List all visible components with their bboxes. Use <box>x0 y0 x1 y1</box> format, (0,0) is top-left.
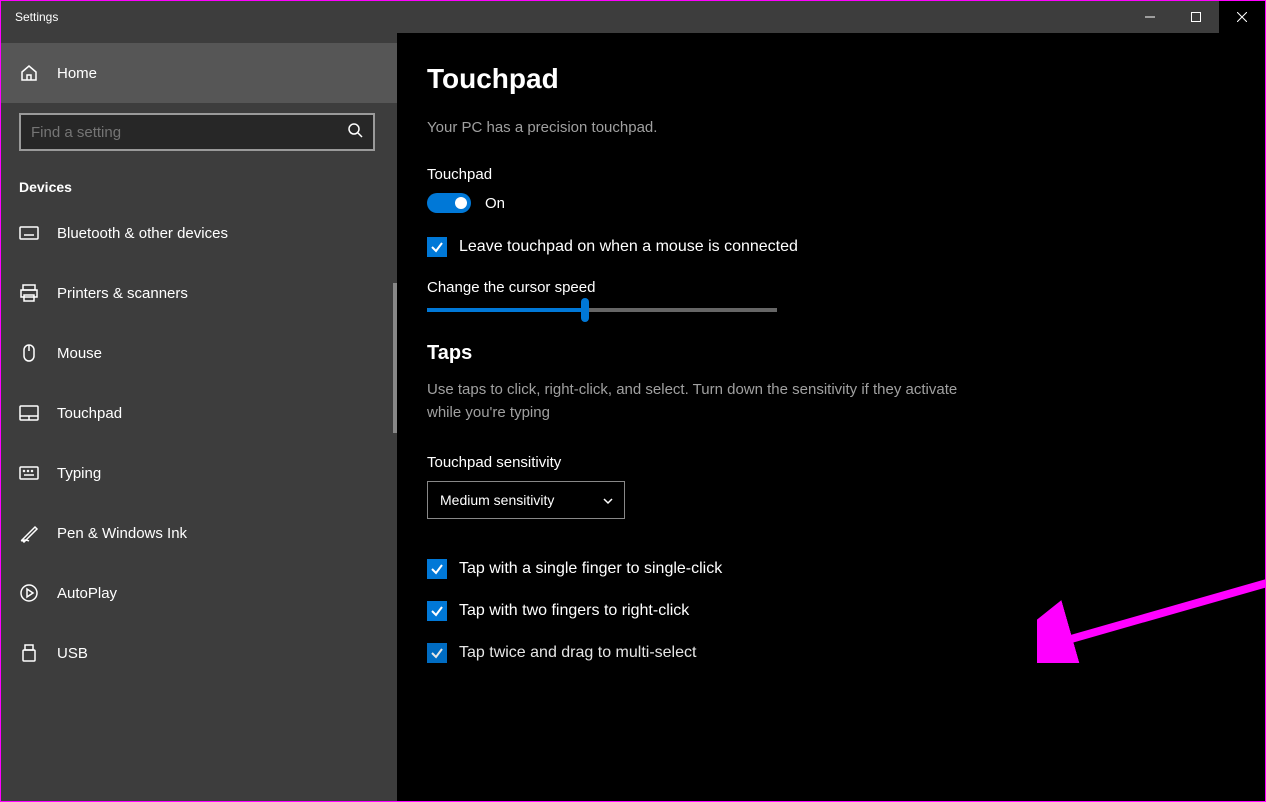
cursor-speed-slider[interactable] <box>427 308 777 312</box>
taps-desc: Use taps to click, right-click, and sele… <box>427 379 987 424</box>
touchpad-toggle[interactable] <box>427 193 471 213</box>
page-title: Touchpad <box>427 63 1235 95</box>
sidebar-item-label: Printers & scanners <box>57 285 188 302</box>
search-input-wrap[interactable] <box>19 113 375 151</box>
tap-single-click-row[interactable]: Tap with a single finger to single-click <box>427 559 1235 579</box>
sidebar-item-pen[interactable]: Pen & Windows Ink <box>1 503 397 563</box>
home-nav[interactable]: Home <box>1 43 397 103</box>
autoplay-icon <box>19 583 39 603</box>
search-icon <box>347 122 363 143</box>
touchpad-icon <box>19 403 39 423</box>
typing-icon <box>19 463 39 483</box>
home-icon <box>19 63 39 83</box>
sidebar-item-label: Pen & Windows Ink <box>57 525 187 542</box>
taps-heading: Taps <box>427 342 1235 365</box>
toggle-state-label: On <box>485 195 505 212</box>
checkbox-checked-icon <box>427 237 447 257</box>
checkbox-checked-icon <box>427 601 447 621</box>
checkbox-checked-icon <box>427 559 447 579</box>
sidebar-item-usb[interactable]: USB <box>1 623 397 683</box>
sidebar-item-autoplay[interactable]: AutoPlay <box>1 563 397 623</box>
sidebar-item-label: Mouse <box>57 345 102 362</box>
window-title: Settings <box>1 10 1127 24</box>
sidebar-item-typing[interactable]: Typing <box>1 443 397 503</box>
checkbox-checked-icon <box>427 643 447 663</box>
sidebar-item-label: Bluetooth & other devices <box>57 225 228 242</box>
printer-icon <box>19 283 39 303</box>
tap-check-label: Tap twice and drag to multi-select <box>459 644 696 662</box>
chevron-down-icon <box>602 494 614 506</box>
usb-icon <box>19 643 39 663</box>
keyboard-icon <box>19 223 39 243</box>
sensitivity-label: Touchpad sensitivity <box>427 454 1235 471</box>
sidebar-item-mouse[interactable]: Mouse <box>1 323 397 383</box>
mouse-icon <box>19 343 39 363</box>
touchpad-toggle-label: Touchpad <box>427 166 1235 183</box>
content-pane: Touchpad Your PC has a precision touchpa… <box>397 33 1265 801</box>
maximize-button[interactable] <box>1173 1 1219 33</box>
minimize-button[interactable] <box>1127 1 1173 33</box>
sidebar-item-label: AutoPlay <box>57 585 117 602</box>
search-input[interactable] <box>31 124 347 141</box>
pen-icon <box>19 523 39 543</box>
tap-check-label: Tap with a single finger to single-click <box>459 560 722 578</box>
sidebar-section-header: Devices <box>1 165 397 203</box>
leave-on-checkbox-row[interactable]: Leave touchpad on when a mouse is connec… <box>427 237 1235 257</box>
sidebar-item-printers[interactable]: Printers & scanners <box>1 263 397 323</box>
tap-drag-multi-row[interactable]: Tap twice and drag to multi-select <box>427 643 1235 663</box>
sidebar-item-label: USB <box>57 645 88 662</box>
tap-right-click-row[interactable]: Tap with two fingers to right-click <box>427 601 1235 621</box>
leave-on-label: Leave touchpad on when a mouse is connec… <box>459 238 798 256</box>
sidebar-item-label: Touchpad <box>57 405 122 422</box>
titlebar: Settings <box>1 1 1265 33</box>
sensitivity-dropdown[interactable]: Medium sensitivity <box>427 481 625 519</box>
close-button[interactable] <box>1219 1 1265 33</box>
sidebar-item-label: Typing <box>57 465 101 482</box>
page-subtitle: Your PC has a precision touchpad. <box>427 119 1235 136</box>
sensitivity-value: Medium sensitivity <box>440 492 554 508</box>
sidebar-item-bluetooth[interactable]: Bluetooth & other devices <box>1 203 397 263</box>
sidebar: Home Devices Bluetooth & other devices P… <box>1 33 397 801</box>
tap-check-label: Tap with two fingers to right-click <box>459 602 689 620</box>
sidebar-item-touchpad[interactable]: Touchpad <box>1 383 397 443</box>
home-label: Home <box>57 65 97 82</box>
cursor-speed-label: Change the cursor speed <box>427 279 1235 296</box>
